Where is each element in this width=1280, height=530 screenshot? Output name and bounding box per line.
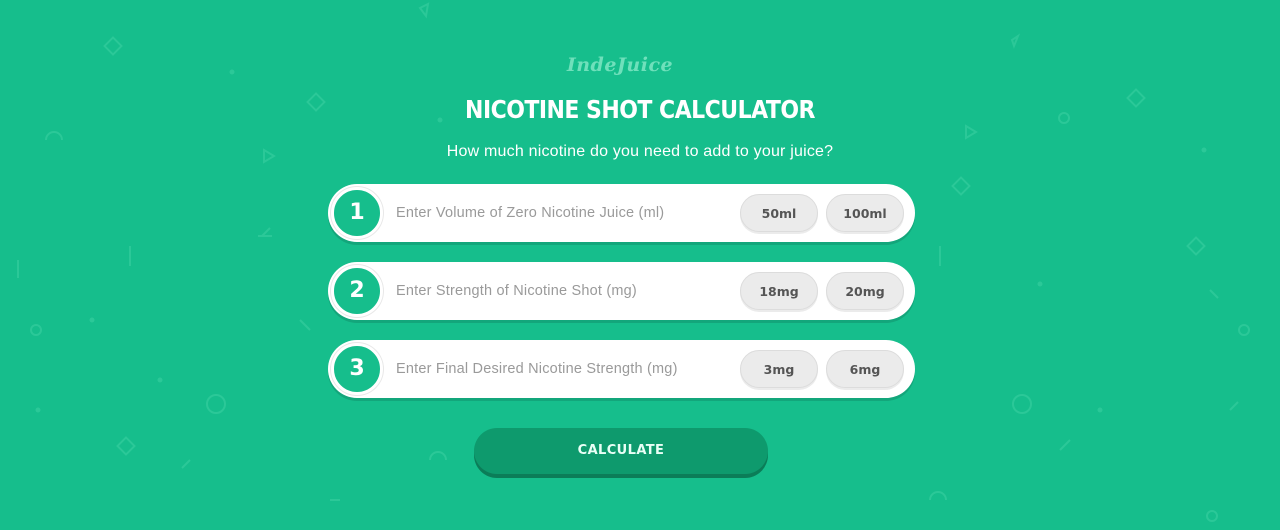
preset-3mg-button[interactable]: 3mg: [740, 350, 818, 388]
step-number-badge: 3: [331, 343, 383, 395]
preset-18mg-button[interactable]: 18mg: [740, 272, 818, 310]
nicotine-shot-strength-input[interactable]: [388, 271, 736, 311]
preset-20mg-button[interactable]: 20mg: [826, 272, 904, 310]
final-nicotine-strength-input[interactable]: [388, 349, 736, 389]
zero-nicotine-volume-input[interactable]: [388, 193, 736, 233]
step-row-shot-strength: 2 18mg 20mg: [328, 262, 915, 320]
step-number-badge: 1: [331, 187, 383, 239]
calculate-button[interactable]: CALCULATE: [474, 428, 768, 474]
brand-logo[interactable]: IndeJuice: [560, 50, 680, 80]
page-subtitle: How much nicotine do you need to add to …: [446, 143, 834, 160]
preset-6mg-button[interactable]: 6mg: [826, 350, 904, 388]
step-number-badge: 2: [331, 265, 383, 317]
page-title: NICOTINE SHOT CALCULATOR: [465, 95, 815, 124]
preset-100ml-button[interactable]: 100ml: [826, 194, 904, 232]
preset-50ml-button[interactable]: 50ml: [740, 194, 818, 232]
nicotine-calculator-page: IndeJuice NICOTINE SHOT CALCULATOR How m…: [0, 0, 1280, 530]
step-row-volume: 1 50ml 100ml: [328, 184, 915, 242]
step-row-final-strength: 3 3mg 6mg: [328, 340, 915, 398]
